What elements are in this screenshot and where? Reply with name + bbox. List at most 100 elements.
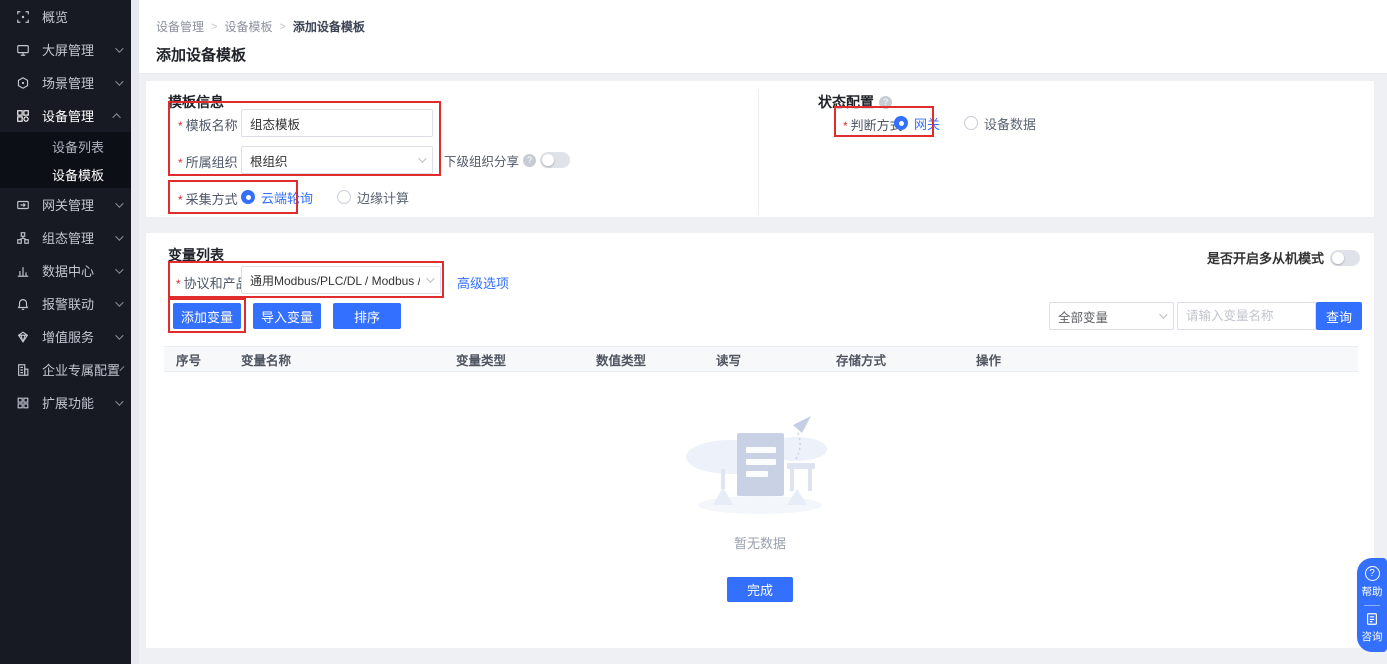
device-data-radio[interactable]: [964, 116, 978, 130]
sidebar-subitem-label: 设备模板: [52, 165, 104, 184]
help-button-label[interactable]: 帮助: [1362, 584, 1383, 599]
page-scrollbar[interactable]: [131, 0, 139, 664]
import-variable-button[interactable]: 导入变量: [253, 303, 321, 329]
sidebar-item-label: 增值服务: [42, 327, 115, 346]
protocol-label: *协议和产品: [176, 273, 249, 292]
variable-filter-value: 全部变量: [1058, 307, 1153, 326]
help-icon[interactable]: ?: [1365, 566, 1380, 581]
sidebar-item-overview[interactable]: 概览: [0, 0, 131, 33]
chevron-down-icon: [115, 199, 123, 207]
chevron-down-icon: [418, 154, 426, 162]
device-mgmt-submenu: 设备列表 设备模板: [0, 132, 131, 188]
consult-doc-icon[interactable]: [1365, 612, 1379, 626]
column-header-type: 变量类型: [444, 350, 584, 369]
chevron-down-icon: [115, 265, 123, 273]
sidebar-item-data-center[interactable]: 数据中心: [0, 254, 131, 287]
variable-list-title: 变量列表: [168, 245, 224, 265]
gateway-radio[interactable]: [894, 116, 908, 130]
sidebar-subitem-device-list[interactable]: 设备列表: [0, 132, 131, 160]
sort-button[interactable]: 排序: [333, 303, 401, 329]
gateway-icon: [16, 198, 30, 212]
sidebar-subitem-label: 设备列表: [52, 137, 104, 156]
column-header-read-write: 读写: [704, 350, 824, 369]
data-center-icon: [16, 264, 30, 278]
template-info-card: 模板信息 *模板名称 *所属组织 根组织 下级组织分享 ? *采集方式 云端轮询: [145, 80, 1375, 218]
sidebar-item-extensions[interactable]: 扩展功能: [0, 386, 131, 419]
edge-computing-label[interactable]: 边缘计算: [357, 188, 409, 207]
column-header-name: 变量名称: [229, 350, 444, 369]
info-icon[interactable]: ?: [879, 96, 892, 109]
multi-slave-toggle[interactable]: [1330, 250, 1360, 266]
sidebar-item-enterprise-config[interactable]: 企业专属配置: [0, 353, 131, 386]
template-name-label: *模板名称: [178, 115, 238, 134]
empty-state-text: 暂无数据: [146, 533, 1374, 552]
sidebar: 概览 大屏管理 场景管理 设备管理 设备列表 设备模板 网关管理: [0, 0, 131, 664]
sub-org-share-toggle[interactable]: [540, 152, 570, 168]
required-mark: *: [178, 193, 183, 207]
protocol-select[interactable]: 通用Modbus/PLC/DL / Modbus / Modbus R1: [241, 266, 441, 294]
breadcrumb-separator: >: [211, 21, 217, 33]
column-header-value-type: 数值类型: [584, 350, 704, 369]
advanced-options-link[interactable]: 高级选项: [457, 273, 509, 292]
required-mark: *: [843, 119, 848, 133]
sidebar-item-label: 场景管理: [42, 73, 115, 92]
sidebar-item-alarm-linkage[interactable]: 报警联动: [0, 287, 131, 320]
enterprise-icon: [16, 363, 30, 377]
info-icon[interactable]: ?: [523, 154, 536, 167]
organization-select[interactable]: 根组织: [241, 146, 433, 174]
add-variable-button[interactable]: 添加变量: [173, 303, 241, 329]
sidebar-item-config-mgmt[interactable]: 组态管理: [0, 221, 131, 254]
sidebar-item-value-services[interactable]: 增值服务: [0, 320, 131, 353]
done-button[interactable]: 完成: [727, 577, 793, 602]
sidebar-subitem-device-template[interactable]: 设备模板: [0, 160, 131, 188]
variable-search-input[interactable]: [1177, 302, 1316, 330]
sidebar-item-label: 大屏管理: [42, 40, 115, 59]
variable-table-header: 序号 变量名称 变量类型 数值类型 读写 存储方式 操作: [164, 346, 1358, 372]
extension-icon: [16, 396, 30, 410]
breadcrumb-device-mgmt[interactable]: 设备管理: [156, 18, 204, 35]
gateway-radio-label[interactable]: 网关: [914, 114, 940, 133]
scene-icon: [16, 76, 30, 90]
breadcrumb: 设备管理 > 设备模板 > 添加设备模板: [156, 18, 365, 35]
sidebar-item-label: 概览: [42, 7, 121, 26]
screen-icon: [16, 43, 30, 57]
column-header-storage: 存储方式: [824, 350, 964, 369]
consult-button-label[interactable]: 咨询: [1362, 629, 1383, 644]
organization-label: *所属组织: [178, 152, 238, 171]
chevron-down-icon: [115, 298, 123, 306]
breadcrumb-current: 添加设备模板: [293, 18, 365, 35]
breadcrumb-separator: >: [279, 21, 285, 33]
template-info-title: 模板信息: [168, 92, 224, 112]
column-header-actions: 操作: [964, 350, 1358, 369]
device-data-radio-label[interactable]: 设备数据: [984, 114, 1036, 133]
cloud-polling-radio[interactable]: [241, 190, 255, 204]
edge-computing-radio[interactable]: [337, 190, 351, 204]
empty-illustration: [675, 405, 845, 520]
multi-slave-label: 是否开启多从机模式: [1207, 248, 1324, 267]
breadcrumb-device-template[interactable]: 设备模板: [224, 18, 272, 35]
content-header: 设备管理 > 设备模板 > 添加设备模板 添加设备模板: [139, 0, 1387, 74]
panel-divider: [1364, 605, 1380, 606]
variable-list-card: 变量列表 *协议和产品 通用Modbus/PLC/DL / Modbus / M…: [145, 232, 1375, 649]
sidebar-item-gateway-mgmt[interactable]: 网关管理: [0, 188, 131, 221]
config-icon: [16, 231, 30, 245]
template-name-input[interactable]: [241, 109, 433, 137]
required-mark: *: [178, 156, 183, 170]
query-button[interactable]: 查询: [1316, 302, 1362, 330]
sidebar-item-scene-mgmt[interactable]: 场景管理: [0, 66, 131, 99]
collect-method-label: *采集方式: [178, 189, 238, 208]
empty-state: 暂无数据: [146, 405, 1374, 552]
floating-help-panel: ? 帮助 咨询: [1357, 558, 1387, 652]
sub-org-share-label: 下级组织分享: [444, 151, 519, 170]
variable-filter-select[interactable]: 全部变量: [1049, 302, 1174, 330]
chevron-down-icon: [426, 274, 434, 282]
chevron-down-icon: [115, 44, 123, 52]
sidebar-item-label: 网关管理: [42, 195, 115, 214]
sidebar-item-label: 企业专属配置: [42, 360, 120, 379]
cloud-polling-label[interactable]: 云端轮询: [261, 188, 313, 207]
column-header-index: 序号: [164, 350, 229, 369]
sidebar-item-screen-mgmt[interactable]: 大屏管理: [0, 33, 131, 66]
sidebar-item-device-mgmt[interactable]: 设备管理: [0, 99, 131, 132]
chevron-down-icon: [115, 232, 123, 240]
page-title: 添加设备模板: [156, 44, 246, 65]
